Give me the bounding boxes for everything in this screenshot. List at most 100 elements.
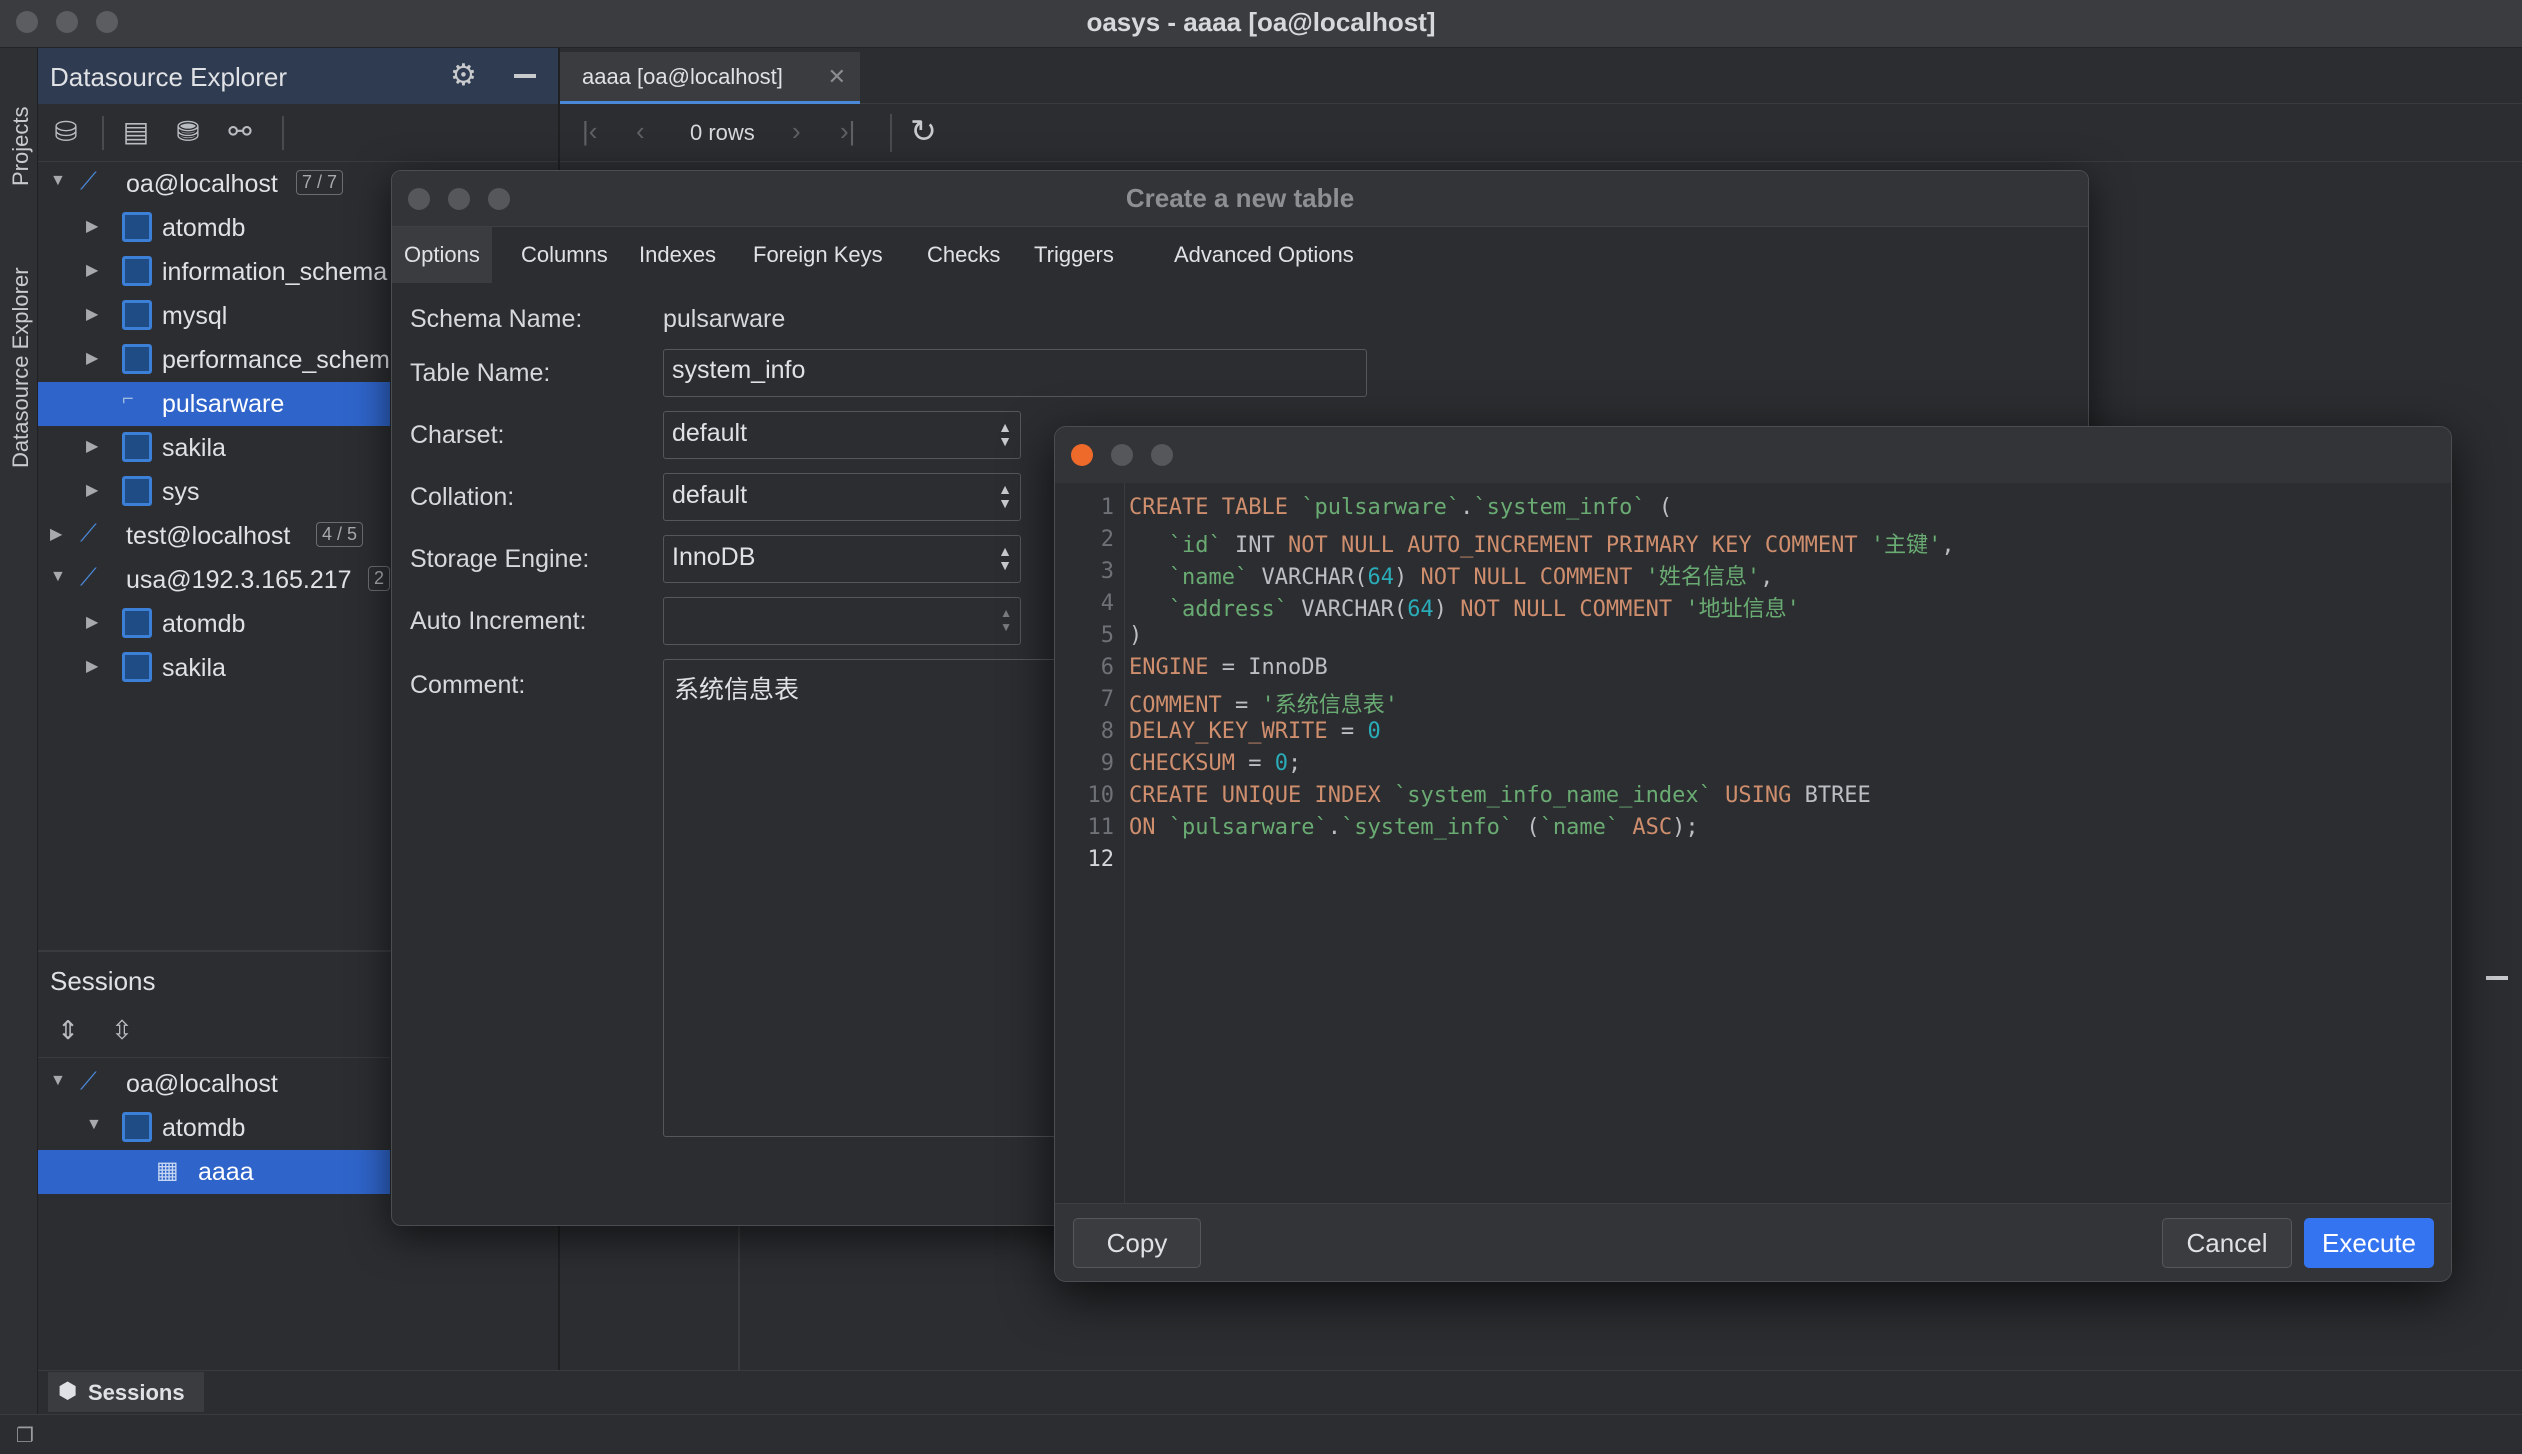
- editor-tab-label: aaaa [oa@localhost]: [582, 64, 783, 89]
- tree-schema-performance-schema[interactable]: ▶ performance_schema: [38, 338, 390, 382]
- datasource-explorer-title: Datasource Explorer: [50, 62, 287, 92]
- projects-label: Projects: [8, 106, 33, 186]
- datasource-explorer-tool-tab[interactable]: Datasource Explorer: [8, 267, 34, 468]
- expand-arrow-icon[interactable]: ▼: [86, 1116, 102, 1134]
- datasource-explorer-header: Datasource Explorer ⚙: [38, 48, 558, 104]
- create-table-tabs: Options Columns Indexes Foreign Keys Che…: [392, 227, 2088, 283]
- sessions-header: Sessions: [38, 956, 390, 1006]
- code-line: `address` VARCHAR(64) NOT NULL COMMENT '…: [1168, 597, 1800, 622]
- tree-schema-sakila-usa[interactable]: ▶ sakila: [38, 646, 390, 690]
- schema-icon: [122, 212, 152, 242]
- tree-schema-sakila[interactable]: ▶ sakila: [38, 426, 390, 470]
- minimize-panel-icon[interactable]: [2486, 976, 2508, 980]
- collapse-arrow-icon[interactable]: ▶: [86, 612, 102, 632]
- table-name-input[interactable]: system_info: [663, 349, 1367, 397]
- expand-arrow-icon[interactable]: ▼: [50, 172, 66, 190]
- code-line: COMMENT = '系统信息表': [1129, 693, 1398, 718]
- expand-arrow-icon[interactable]: ▼: [50, 568, 66, 586]
- previous-page-icon[interactable]: ‹: [636, 116, 645, 147]
- collapse-arrow-icon[interactable]: ▶: [86, 304, 102, 324]
- copy-button[interactable]: Copy: [1073, 1218, 1201, 1268]
- line-number: 5: [1100, 623, 1114, 648]
- charset-select[interactable]: default ▲ ▼: [663, 411, 1021, 459]
- projects-tool-tab[interactable]: Projects: [8, 107, 34, 186]
- tab-indexes[interactable]: Indexes: [627, 227, 728, 283]
- refresh-icon[interactable]: ↻: [910, 112, 937, 150]
- expand-all-icon[interactable]: ⇕: [48, 1010, 88, 1050]
- session-schema-atomdb[interactable]: ▼ atomdb: [38, 1106, 390, 1150]
- table-icon: ▦: [156, 1157, 179, 1184]
- sql-preview-titlebar: [1055, 427, 2451, 483]
- tree-label: sakila: [162, 654, 226, 682]
- toolbar-separator: [890, 114, 892, 152]
- spinner-arrows-icon[interactable]: ▲ ▼: [1000, 606, 1012, 634]
- tab-options[interactable]: Options: [392, 227, 492, 283]
- tree-schema-mysql[interactable]: ▶ mysql: [38, 294, 390, 338]
- code-line: ): [1129, 623, 1143, 648]
- next-page-icon[interactable]: ›: [792, 116, 801, 147]
- line-number-current: 12: [1087, 847, 1115, 872]
- collapse-arrow-icon[interactable]: ▶: [86, 436, 102, 456]
- tree-connection-oa-localhost[interactable]: ▼ ⟋ oa@localhost 7 / 7: [38, 162, 390, 206]
- collapse-arrow-icon[interactable]: ▶: [86, 656, 102, 676]
- sql-console-icon[interactable]: ▤: [116, 112, 156, 152]
- tree-label: atomdb: [162, 1114, 246, 1142]
- sql-dialog-footer: Copy Cancel Execute: [1055, 1203, 2451, 1281]
- tree-schema-sys[interactable]: ▶ sys: [38, 470, 390, 514]
- tree-connection-usa[interactable]: ▼ ⟋ usa@192.3.165.217 2: [38, 558, 390, 602]
- session-connection-oa-localhost[interactable]: ▼ ⟋ oa@localhost: [38, 1062, 390, 1106]
- create-table-dialog-title: Create a new table: [1125, 183, 1355, 213]
- tree-label: atomdb: [162, 610, 246, 638]
- session-table-aaaa[interactable]: ▦ aaaa: [38, 1150, 390, 1194]
- add-datasource-icon[interactable]: ⛁: [46, 112, 86, 152]
- zoom-dialog-button[interactable]: [1151, 444, 1173, 466]
- cancel-button[interactable]: Cancel: [2162, 1218, 2292, 1268]
- collapse-arrow-icon[interactable]: ▶: [86, 480, 102, 500]
- editor-tab-aaaa[interactable]: aaaa [oa@localhost] ✕: [560, 52, 860, 104]
- tab-triggers[interactable]: Triggers: [1022, 227, 1126, 283]
- execute-button[interactable]: Execute: [2304, 1218, 2434, 1268]
- status-bar: ❐: [0, 1414, 2522, 1454]
- tree-connection-test-localhost[interactable]: ▶ ⟋ test@localhost 4 / 5: [38, 514, 390, 558]
- tree-schema-information-schema[interactable]: ▶ information_schema: [38, 250, 390, 294]
- line-number: 8: [1100, 719, 1114, 744]
- gear-icon[interactable]: ⚙: [450, 58, 477, 93]
- close-dialog-button[interactable]: [1071, 444, 1093, 466]
- collapse-arrow-icon[interactable]: ▶: [50, 524, 66, 544]
- disconnect-icon[interactable]: ⚯: [220, 112, 260, 152]
- select-arrows-icon: ▲ ▼: [998, 543, 1012, 573]
- minimize-panel-icon[interactable]: [514, 74, 536, 78]
- layout-toggle-icon[interactable]: ❐: [16, 1423, 34, 1448]
- collapse-all-icon[interactable]: ⇳: [102, 1010, 142, 1050]
- tab-columns[interactable]: Columns: [509, 227, 620, 283]
- window-title: oasys - aaaa [oa@localhost]: [1086, 7, 1436, 37]
- connection-icon: ⟋: [80, 520, 97, 547]
- collapse-arrow-icon[interactable]: ▶: [86, 348, 102, 368]
- sessions-title: Sessions: [50, 966, 156, 996]
- tab-foreign-keys[interactable]: Foreign Keys: [741, 227, 895, 283]
- schema-icon: [122, 432, 152, 462]
- collapse-arrow-icon[interactable]: ▶: [86, 260, 102, 280]
- sql-code-editor[interactable]: CREATE TABLE `pulsarware`.`system_info` …: [1129, 483, 2449, 1203]
- collapse-arrow-icon[interactable]: ▶: [86, 216, 102, 236]
- tab-advanced-options[interactable]: Advanced Options: [1162, 227, 1366, 283]
- tab-checks[interactable]: Checks: [915, 227, 1012, 283]
- first-page-icon[interactable]: |‹: [582, 116, 597, 147]
- tree-schema-atomdb[interactable]: ▶ atomdb: [38, 206, 390, 250]
- database-settings-icon[interactable]: ⛃: [168, 112, 208, 152]
- last-page-icon[interactable]: ›|: [840, 116, 855, 147]
- auto-increment-spinner[interactable]: ▲ ▼: [663, 597, 1021, 645]
- line-number: 11: [1087, 815, 1115, 840]
- storage-engine-select[interactable]: InnoDB ▲ ▼: [663, 535, 1021, 583]
- select-arrows-icon: ▲ ▼: [998, 481, 1012, 511]
- minimize-dialog-button[interactable]: [1111, 444, 1133, 466]
- line-number: 2: [1100, 527, 1114, 552]
- storage-engine-label: Storage Engine:: [410, 545, 590, 573]
- schema-icon: [122, 300, 152, 330]
- tree-schema-pulsarware[interactable]: ⌐ pulsarware: [38, 382, 390, 426]
- expand-arrow-icon[interactable]: ▼: [50, 1072, 66, 1090]
- close-tab-icon[interactable]: ✕: [828, 64, 846, 90]
- tree-schema-atomdb-usa[interactable]: ▶ atomdb: [38, 602, 390, 646]
- collation-select[interactable]: default ▲ ▼: [663, 473, 1021, 521]
- sessions-bottom-tab[interactable]: ⬢ Sessions: [48, 1372, 204, 1412]
